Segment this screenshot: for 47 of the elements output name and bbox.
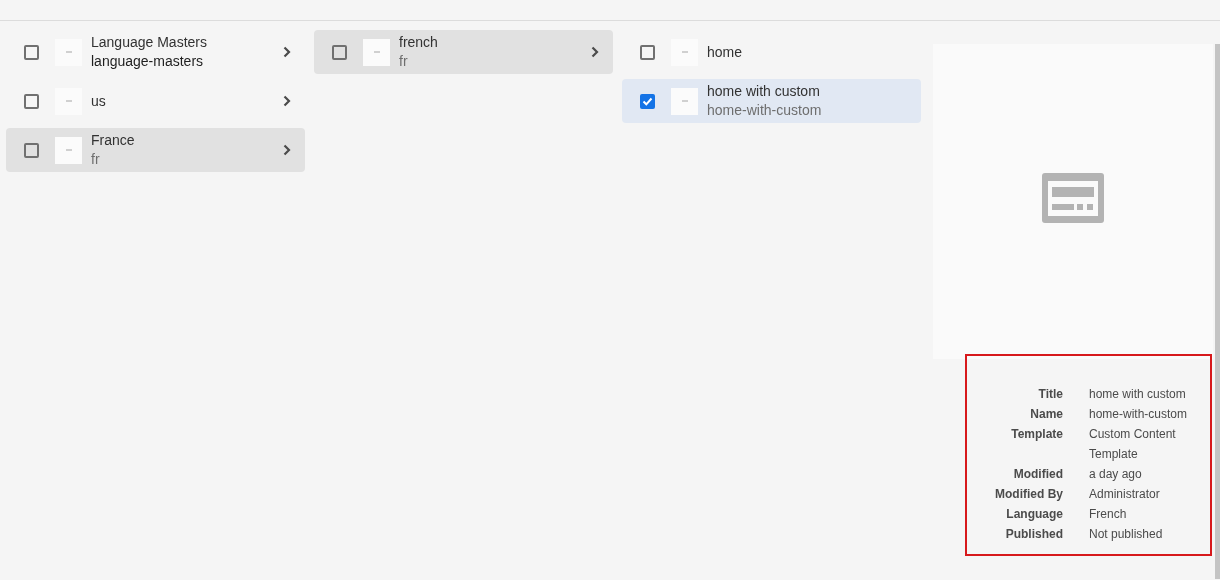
scrollbar[interactable]	[1215, 44, 1220, 579]
item-title: us	[91, 91, 107, 111]
property-label: Language	[1005, 506, 1063, 523]
chevron-right-icon[interactable]	[283, 95, 291, 107]
property-value: Administrator	[1089, 486, 1161, 503]
list-row[interactable]: us	[6, 79, 305, 123]
item-name: fr	[399, 52, 409, 71]
chevron-right-icon[interactable]	[283, 144, 291, 156]
page-thumbnail	[363, 38, 390, 66]
list-row[interactable]: France fr	[6, 128, 305, 172]
property-value: a day ago	[1089, 466, 1143, 483]
template-icon	[1042, 172, 1104, 223]
property-value: home with custom	[1089, 386, 1187, 403]
list-row[interactable]: home	[622, 30, 921, 74]
page-thumbnail	[55, 136, 82, 164]
property-label: Title	[1037, 386, 1063, 403]
page-thumbnail	[671, 38, 698, 66]
checkbox[interactable]	[24, 93, 39, 109]
checkbox[interactable]	[24, 142, 39, 158]
page-thumbnail	[55, 87, 82, 115]
property-label: Template	[1010, 426, 1063, 443]
checkbox[interactable]	[640, 93, 655, 109]
property-label: Modified	[1012, 466, 1063, 483]
list-row[interactable]: Language Masters language-masters	[6, 30, 305, 74]
checkbox[interactable]	[24, 44, 39, 60]
property-value: French	[1089, 506, 1128, 523]
item-name: fr	[91, 150, 101, 169]
item-name: home-with-custom	[707, 101, 823, 120]
property-label: Published	[1004, 526, 1063, 543]
property-value: Not published	[1089, 526, 1164, 543]
item-title: France	[91, 131, 136, 150]
chevron-right-icon[interactable]	[283, 46, 291, 58]
page-thumbnail	[671, 87, 698, 115]
item-title: home with custom	[707, 82, 821, 101]
item-name: language-masters	[91, 52, 205, 71]
item-title: Language Masters	[91, 33, 208, 52]
list-row[interactable]: french fr	[314, 30, 613, 74]
list-row[interactable]: home with custom home-with-custom	[622, 79, 921, 123]
property-value: home-with-custom	[1089, 406, 1189, 423]
property-label: Name	[1029, 406, 1063, 423]
page-thumbnail	[55, 38, 82, 66]
item-title: home	[707, 42, 744, 62]
checkbox[interactable]	[332, 44, 347, 60]
item-title: french	[399, 33, 439, 52]
checkbox[interactable]	[640, 44, 655, 60]
property-label: Modified By	[994, 486, 1063, 503]
chevron-right-icon[interactable]	[591, 46, 599, 58]
